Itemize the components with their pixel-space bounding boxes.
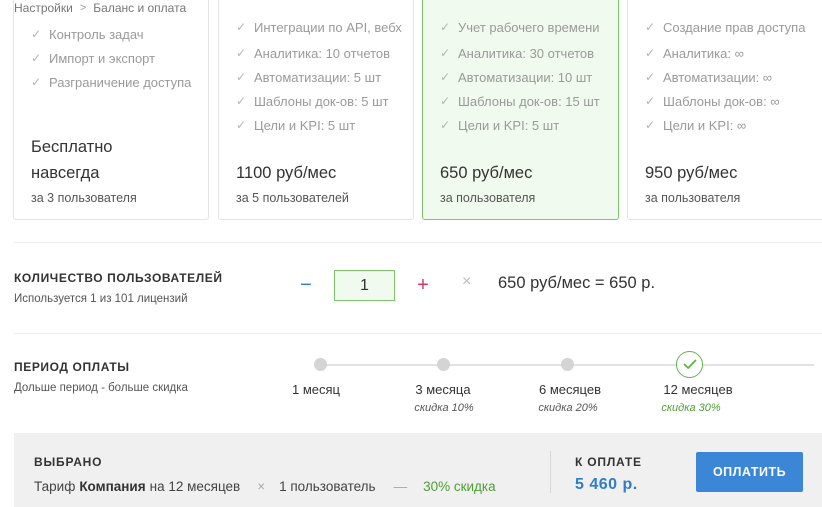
multiply-icon: × [462, 273, 472, 290]
quantity-title: КОЛИЧЕСТВО ПОЛЬЗОВАТЕЛЕЙ [14, 271, 223, 285]
quantity-result: 650 руб/мес = 650 р. [498, 274, 656, 292]
period-discount: скидка 30% [661, 402, 721, 414]
period-discount: скидка 10% [414, 402, 474, 414]
plan-feature: ✓ Контроль задач [30, 26, 144, 42]
decrease-button[interactable]: − [296, 272, 316, 298]
period-option-6-months[interactable] [561, 358, 574, 371]
plan-price: 650 руб/мес [440, 164, 533, 182]
period-label[interactable]: 6 месяцев [539, 382, 601, 397]
plan-price-subtitle: за 3 пользователя [31, 191, 137, 205]
section-divider [14, 242, 822, 243]
plan-feature: ✓ Шаблоны док-ов: 15 шт [439, 93, 600, 109]
plan-feature: ✓ Цели и KPI: ∞ [644, 117, 747, 133]
pay-button[interactable]: ОПЛАТИТЬ [696, 452, 803, 492]
dash-separator: — [393, 479, 408, 494]
plan-card-free[interactable]: ✓ Контроль задач ✓ Импорт и экспорт ✓ Разгр… [13, 0, 209, 220]
period-option-12-months[interactable] [676, 351, 703, 378]
check-icon: ✓ [235, 94, 247, 108]
check-icon: ✓ [439, 46, 451, 60]
period-label[interactable]: 12 месяцев [663, 382, 732, 397]
check-icon: ✓ [235, 118, 247, 132]
period-hint: Дольше период - больше скидка [14, 382, 188, 394]
summary-users: 1 пользователь [279, 479, 376, 494]
period-option-1-month[interactable] [314, 358, 327, 371]
plan-price-subtitle: за пользователя [645, 191, 741, 205]
check-icon: ✓ [644, 118, 656, 132]
breadcrumb: Настройки > Баланс и оплата [14, 0, 187, 16]
summary-details: Тариф Компания на 12 месяцев × 1 пользов… [34, 479, 496, 494]
summary-tariff-name: Компания [79, 479, 146, 494]
check-icon: ✓ [235, 70, 247, 84]
breadcrumb-parent[interactable]: Настройки [14, 1, 73, 15]
chevron-right-icon: > [79, 2, 87, 14]
plan-feature: ✓ Учет рабочего времени [439, 19, 600, 35]
check-icon: ✓ [439, 70, 451, 84]
plan-cards: ✓ Контроль задач ✓ Импорт и экспорт ✓ Разгр… [0, 0, 822, 222]
period-title: ПЕРИОД ОПЛАТЫ [14, 360, 130, 374]
check-icon: ✓ [30, 75, 42, 89]
plan-feature: ✓ Шаблоны док-ов: 5 шт [235, 93, 389, 109]
plan-price-subtitle: за пользователя [440, 191, 536, 205]
period-label[interactable]: 1 месяц [292, 382, 340, 397]
plan-price-subtitle: за 5 пользователей [236, 191, 349, 205]
quantity-hint: Используется 1 из 101 лицензий [14, 293, 188, 305]
period-option-3-months[interactable] [437, 358, 450, 371]
summary-divider [550, 451, 551, 493]
check-icon: ✓ [439, 118, 451, 132]
plan-feature: ✓ Шаблоны док-ов: ∞ [644, 93, 780, 109]
plan-feature: ✓ Цели и KPI: 5 шт [439, 117, 560, 133]
plan-feature: ✓ Разграничение доступа [30, 74, 192, 90]
plan-card-standard[interactable]: ✓ Интеграции по АРІ, вебх ✓ Аналитика: 10 … [218, 0, 414, 220]
check-icon: ✓ [30, 27, 42, 41]
plan-feature: ✓ Создание прав доступа [644, 19, 806, 35]
summary-title: ВЫБРАНО [34, 455, 103, 469]
plan-feature: ✓ Автоматизации: 5 шт [235, 69, 382, 85]
plan-feature: ✓ Импорт и экспорт [30, 50, 156, 66]
plan-feature: ✓ Аналитика: ∞ [644, 45, 744, 61]
plan-feature: ✓ Цели и KPI: 5 шт [235, 117, 356, 133]
check-icon: ✓ [235, 46, 247, 60]
plan-card-enterprise[interactable]: ✓ Создание прав доступа ✓ Аналитика: ∞ ✓ Ав… [627, 0, 822, 220]
plan-feature: ✓ Аналитика: 10 отчетов [235, 45, 391, 61]
summary-discount: 30% скидка [423, 479, 496, 494]
period-discount: скидка 20% [538, 402, 598, 414]
check-icon: ✓ [439, 94, 451, 108]
check-icon [683, 359, 696, 369]
check-icon: ✓ [439, 20, 451, 34]
plan-price: Бесплатно [31, 138, 113, 156]
multiply-icon: × [257, 479, 266, 494]
plan-feature: ✓ Автоматизации: ∞ [644, 69, 773, 85]
breadcrumb-current: Баланс и оплата [93, 1, 187, 15]
check-icon: ✓ [644, 94, 656, 108]
plan-feature: ✓ Аналитика: 30 отчетов [439, 45, 595, 61]
plan-feature: ✓ Автоматизации: 10 шт [439, 69, 593, 85]
plan-price: навсегда [31, 164, 100, 182]
plan-card-company[interactable]: ✓ Учет рабочего времени ✓ Аналитика: 30 от… [422, 0, 619, 220]
increase-button[interactable]: + [413, 272, 433, 298]
summary-tariff-suffix: на 12 месяцев [149, 479, 241, 494]
quantity-input[interactable]: 1 [334, 270, 395, 301]
plan-feature: ✓ Интеграции по АРІ, вебх [235, 19, 402, 35]
total-amount: 5 460 р. [575, 476, 638, 493]
check-icon: ✓ [644, 20, 656, 34]
check-icon: ✓ [644, 46, 656, 60]
total-title: К ОПЛАТЕ [575, 455, 642, 469]
section-divider [14, 333, 822, 334]
plan-price: 950 руб/мес [645, 164, 738, 182]
order-summary-bar: ВЫБРАНО Тариф Компания на 12 месяцев × 1… [14, 433, 822, 507]
plan-price: 1100 руб/мес [236, 164, 337, 182]
check-icon: ✓ [235, 20, 247, 34]
check-icon: ✓ [30, 51, 42, 65]
summary-tariff-prefix: Тариф [34, 479, 76, 494]
period-label[interactable]: 3 месяца [415, 382, 470, 397]
check-icon: ✓ [644, 70, 656, 84]
